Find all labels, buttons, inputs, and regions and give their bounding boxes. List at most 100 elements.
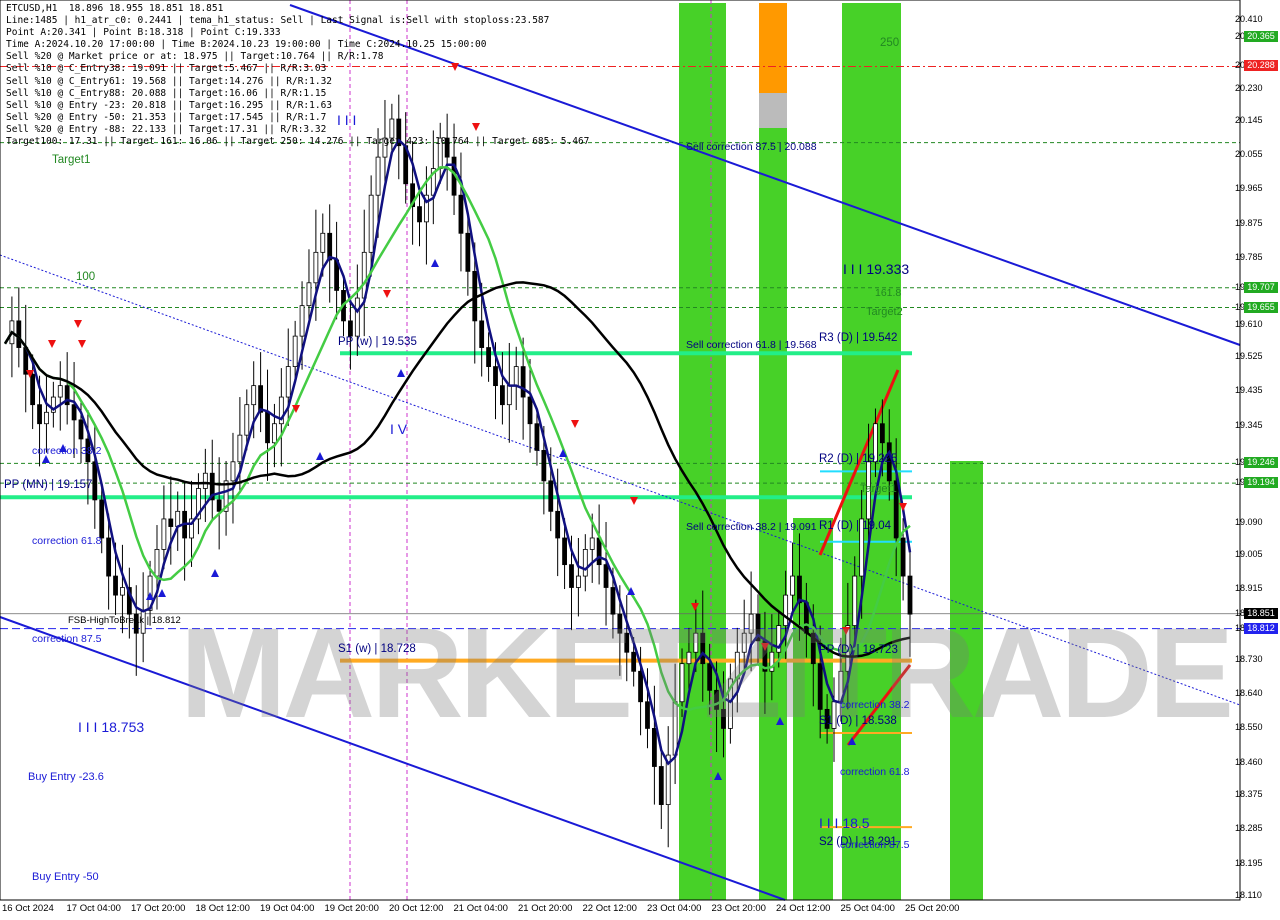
sell-corr-38-label: Sell correction 38.2 | 19.091 <box>686 521 817 533</box>
time-tick-label: 19 Oct 04:00 <box>260 903 315 914</box>
iv-label: I V <box>390 421 408 437</box>
buy-arrow-icon <box>211 569 219 577</box>
s1-daily-label: S1 (D) | 18.538 <box>819 715 897 727</box>
sell-arrow-icon <box>74 320 82 328</box>
time-tick-label: 16 Oct 2024 <box>2 903 54 914</box>
time-tick-label: 19 Oct 20:00 <box>324 903 379 914</box>
time-tick-label: 25 Oct 20:00 <box>905 903 960 914</box>
info-line: Target100: 17.31 || Target 161: 16.06 ||… <box>6 136 590 148</box>
candle-body <box>582 549 588 577</box>
time-tick-label: 24 Oct 12:00 <box>776 903 831 914</box>
price-tick-label: 18.110 <box>1235 890 1262 900</box>
time-tick-label: 18 Oct 12:00 <box>195 903 250 914</box>
time-tick-label: 17 Oct 04:00 <box>66 903 121 914</box>
candle-body <box>168 518 174 527</box>
correction-61-left-label: correction 61.8 <box>32 535 102 547</box>
info-line: Point A:20.341 | Point B:18.318 | Point … <box>6 27 281 39</box>
candle-body <box>562 537 567 566</box>
buy-arrow-icon <box>431 259 439 267</box>
price-marker-box: 20.365 <box>1244 31 1278 43</box>
time-tick-label: 23 Oct 20:00 <box>711 903 766 914</box>
r2-daily-label: R2 (D) | 19.225 <box>819 453 898 465</box>
price-tick-label: 18.915 <box>1235 583 1263 594</box>
pp-monthly-label: PP (MN) | 19.157 <box>4 479 93 491</box>
candle-body <box>175 510 181 527</box>
candle-body <box>790 575 795 596</box>
info-line: Sell %10 @ C_Entry38: 19.091 || Target:5… <box>6 63 327 75</box>
info-line: Sell %10 @ C_Entry61: 19.568 || Target:1… <box>6 75 333 87</box>
info-line: Sell %10 @ C_Entry88: 20.088 || Target:1… <box>6 87 327 99</box>
buy-entry-50-label: Buy Entry -50 <box>32 871 99 883</box>
time-tick-label: 21 Oct 20:00 <box>518 903 573 914</box>
price-marker-box: 18.812 <box>1244 622 1278 634</box>
candle-body <box>113 575 118 596</box>
watermark-text: MARKETZITRADE <box>180 602 1234 745</box>
price-tick-label: 19.435 <box>1235 385 1263 396</box>
candle-body <box>216 499 222 512</box>
candle-body <box>272 423 277 444</box>
candle-body <box>900 537 906 577</box>
pp-daily-label: PP (D) | 18.723 <box>819 644 898 656</box>
price-tick-label: 18.550 <box>1235 722 1263 733</box>
iii-top-label: I I I <box>337 112 357 128</box>
candle-body <box>251 385 257 406</box>
candle-body <box>106 537 112 577</box>
sell-corr-87-label: Sell correction 87.5 | 20.088 <box>686 141 817 153</box>
candle-body <box>548 480 554 512</box>
orange-zone <box>759 3 787 93</box>
price-marker-box: 19.194 <box>1244 477 1278 489</box>
info-line: Line:1485 | h1_atr_c0: 0.2441 | tema_h1_… <box>6 15 550 27</box>
candle-body <box>589 537 595 550</box>
r1-daily-label: R1 (D) | 19.04 <box>819 520 892 532</box>
correction-87-right-label: correction 87.5 <box>840 839 910 851</box>
time-tick-label: 20 Oct 12:00 <box>389 903 444 914</box>
candle-body <box>527 396 533 425</box>
candle-body <box>306 282 312 307</box>
candle-body <box>16 320 22 348</box>
price-tick-label: 19.345 <box>1235 419 1263 430</box>
candle-body <box>541 449 547 482</box>
target2-label: Target2 <box>866 306 903 318</box>
price-tick-label: 19.965 <box>1235 183 1263 194</box>
buy-arrow-icon <box>146 592 154 600</box>
correction-38-right-label: correction 38.2 <box>840 699 910 711</box>
price-tick-label: 18.730 <box>1235 653 1263 664</box>
candle-body <box>348 320 353 337</box>
sell-arrow-icon <box>78 340 86 348</box>
iii-185-label: I I I 18.5 <box>819 815 870 831</box>
candle-body <box>120 587 125 596</box>
candle-body <box>161 518 167 550</box>
candle-body <box>368 194 374 253</box>
candle-body <box>513 366 519 387</box>
candle-body <box>44 411 49 425</box>
time-tick-label: 17 Oct 20:00 <box>131 903 186 914</box>
candle-body <box>596 537 602 566</box>
candle-body <box>313 251 319 284</box>
candle-body <box>92 461 98 501</box>
info-line: Sell %20 @ Market price or at: 18.975 ||… <box>6 51 384 63</box>
candle-body <box>603 564 609 588</box>
time-tick-label: 22 Oct 12:00 <box>582 903 637 914</box>
candle-body <box>879 423 885 444</box>
price-tick-label: 18.285 <box>1235 823 1263 834</box>
candle-body <box>658 766 664 805</box>
info-line: Sell %20 @ Entry -50: 21.353 || Target:1… <box>6 111 327 123</box>
sell-arrow-icon <box>571 420 579 428</box>
green-zone <box>759 3 787 900</box>
candle-body <box>37 404 42 425</box>
candle-body <box>486 347 491 367</box>
price-tick-label: 20.055 <box>1235 149 1263 160</box>
candle-body <box>320 232 326 253</box>
price-tick-label: 18.640 <box>1235 688 1263 699</box>
info-line: Time A:2024.10.20 17:00:00 | Time B:2024… <box>6 39 487 51</box>
zone-gap <box>950 3 983 461</box>
candle-body <box>202 472 208 489</box>
candle-body <box>417 206 422 223</box>
fsb-high-label: FSB-HighToBreak | 18.812 <box>68 615 181 626</box>
s1-weekly-label: S1 (w) | 18.728 <box>338 643 416 655</box>
candle-body <box>500 385 505 406</box>
sell-corr-61-label: Sell correction 61.8 | 19.568 <box>686 339 817 351</box>
buy-entry-23-label: Buy Entry -23.6 <box>28 771 104 783</box>
target1-label: Target1 <box>52 154 91 166</box>
price-marker-box: 19.655 <box>1244 301 1278 313</box>
